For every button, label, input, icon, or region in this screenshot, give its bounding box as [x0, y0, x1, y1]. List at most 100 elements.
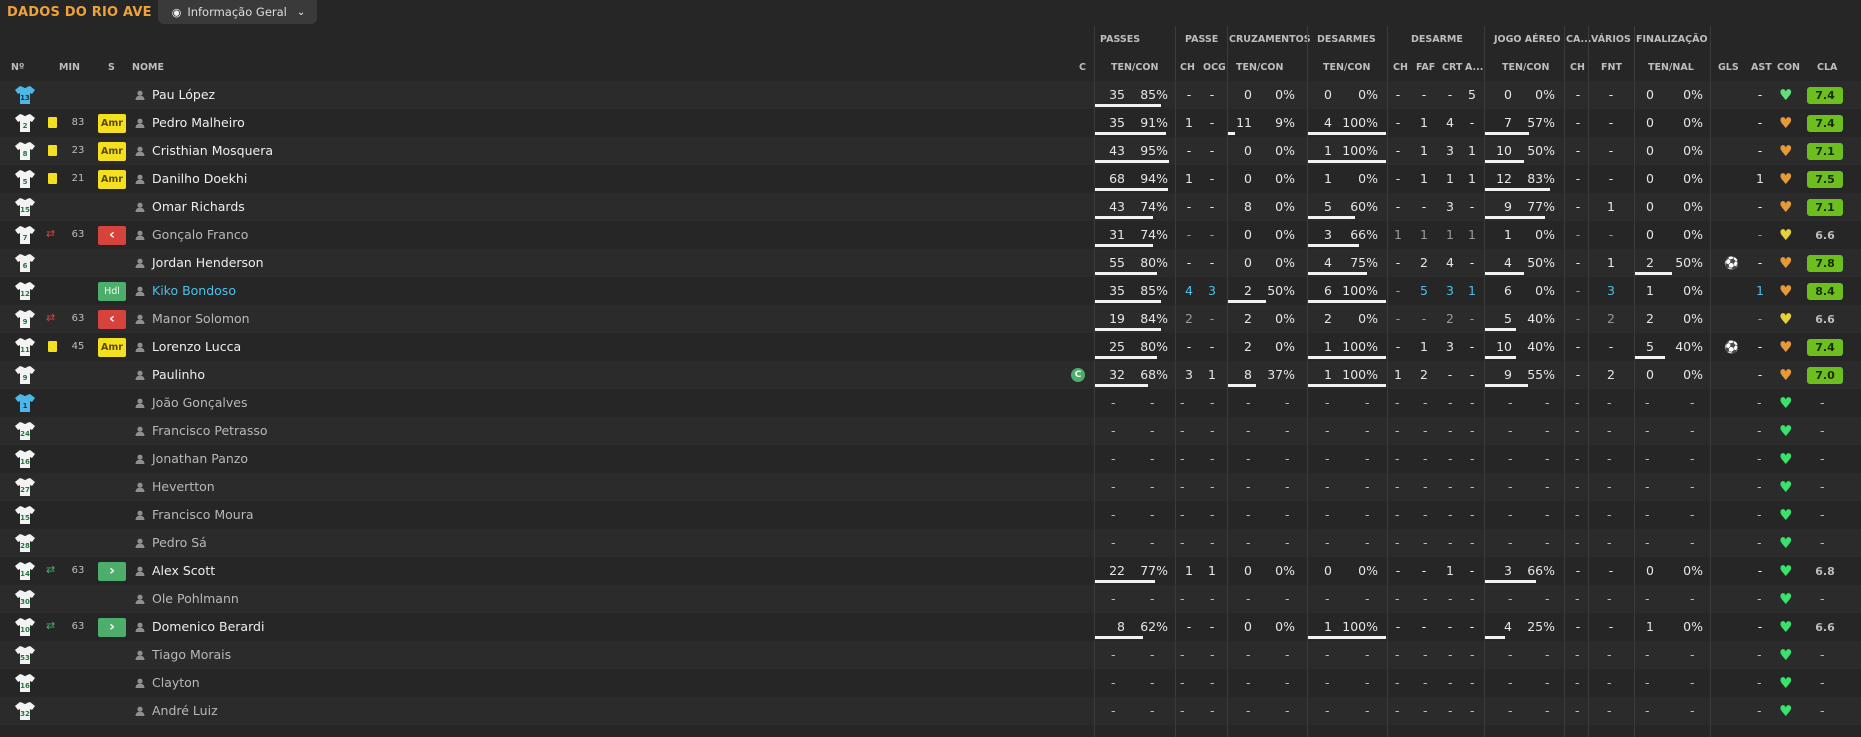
- table-row[interactable]: 28 Pedro Sá - - - - - - - - - - - - - - - - - - - - ♥: [0, 529, 1861, 557]
- table-row[interactable]: 1 João Gonçalves - - - - - - - - - - - - - - - - - - - - ♥: [0, 389, 1861, 417]
- empty-stat: -: [1545, 479, 1550, 494]
- chances-created: -: [1209, 619, 1215, 634]
- shots-on-target-pct: 40%: [1675, 339, 1703, 354]
- col-header-fnt[interactable]: FNT: [1601, 62, 1622, 73]
- empty-stat: -: [1180, 507, 1185, 522]
- player-name-link[interactable]: Pau López: [152, 81, 215, 109]
- table-row[interactable]: 2 83 Amr Pedro Malheiro 35 91% 1-11 9% 4 100% -1 4-…: [0, 109, 1861, 137]
- table-row[interactable]: 9 Paulinho C 32 68% 3 1 8 37% 1 100% 1 2- -9 55% -2 0 0% -…: [0, 361, 1861, 389]
- player-name-link[interactable]: Gonçalo Franco: [152, 221, 248, 249]
- table-row[interactable]: 24 Francisco Petrasso - - - - - - - - - - - - - - - - - - - -…: [0, 417, 1861, 445]
- player-name-link[interactable]: João Gonçalves: [152, 389, 247, 417]
- player-name-link[interactable]: Manor Solomon: [152, 305, 250, 333]
- empty-stat: -: [1150, 703, 1155, 718]
- col-header-aer-ten-con[interactable]: TEN/CON: [1502, 62, 1549, 73]
- table-row[interactable]: 15 Francisco Moura - - - - - - - - - - - - - - - - - - - - ♥: [0, 501, 1861, 529]
- player-name-link[interactable]: Pedro Malheiro: [152, 109, 245, 137]
- col-header-c[interactable]: C: [1079, 62, 1086, 73]
- col-header-num[interactable]: Nº: [11, 62, 24, 73]
- table-row[interactable]: 6 Jordan Henderson 55 80% - -0 0% 4 75% -2 4-4 50% -…: [0, 249, 1861, 277]
- col-header-ast[interactable]: AST: [1751, 62, 1772, 73]
- player-name-link[interactable]: Jordan Henderson: [152, 249, 264, 277]
- table-row[interactable]: 13 Pau López 35 85% - -0 0% 0 0% - - -5 0 0% - -0 0% - ♥ 7.…: [0, 81, 1861, 109]
- empty-stat: -: [1575, 535, 1580, 550]
- empty-stat: -: [1325, 675, 1330, 690]
- table-row[interactable]: 8 23 Amr Cristhian Mosquera 43 95% - -0 0% 1 100% -…: [0, 137, 1861, 165]
- col-header-crt[interactable]: CRT: [1442, 62, 1462, 73]
- shots-on-target-pct: 0%: [1683, 311, 1703, 326]
- col-header-ten-nal[interactable]: TEN/NAL: [1648, 62, 1694, 73]
- empty-stat: -: [1395, 535, 1400, 550]
- empty-stat: -: [1757, 535, 1762, 550]
- col-header-ca-ch[interactable]: CH: [1570, 62, 1585, 73]
- player-name-link[interactable]: Jonathan Panzo: [152, 445, 248, 473]
- empty-stat: -: [1246, 591, 1251, 606]
- col-header-desarme-ch[interactable]: CH: [1393, 62, 1408, 73]
- table-row[interactable]: 30 Ole Pohlmann - - - - - - - - - - - - - - - - - - - - ♥: [0, 585, 1861, 613]
- empty-stat: -: [1246, 675, 1251, 690]
- col-header-nome[interactable]: NOME: [132, 62, 164, 73]
- player-name-link[interactable]: Danilho Doekhi: [152, 165, 247, 193]
- view-dropdown[interactable]: ◉ Informação Geral ⌄: [157, 0, 318, 24]
- key-passes: -: [1186, 227, 1192, 242]
- blocks-a: -: [1469, 619, 1475, 634]
- col-header-passe-ch[interactable]: CH: [1180, 62, 1195, 73]
- tackle-key: -: [1395, 87, 1401, 102]
- match-rating: 7.4: [1807, 87, 1843, 104]
- empty-stat: -: [1423, 507, 1428, 522]
- table-row[interactable]: 16 Clayton - - - - - - - - - - - - - - - - - - - - ♥: [0, 669, 1861, 697]
- tackle-key: 1: [1394, 227, 1402, 242]
- subbed-off-icon: ‹: [98, 310, 126, 329]
- shirt-number: 5: [22, 178, 28, 186]
- player-name-link[interactable]: Tiago Morais: [152, 641, 231, 669]
- player-name-link[interactable]: Hevertton: [152, 473, 215, 501]
- assists: 1: [1756, 171, 1764, 186]
- col-header-faf[interactable]: FAF: [1416, 62, 1435, 73]
- table-row[interactable]: 53 Tiago Morais - - - - - - - - - - - - - - - - - - - - ♥: [0, 641, 1861, 669]
- crosses-attempted: 0: [1244, 619, 1252, 634]
- player-name-link[interactable]: Lorenzo Lucca: [152, 333, 241, 361]
- player-name-link[interactable]: Paulinho: [152, 361, 205, 389]
- player-name-link[interactable]: Francisco Moura: [152, 501, 254, 529]
- table-row[interactable]: 27 Hevertton - - - - - - - - - - - - - - - - - - - - ♥: [0, 473, 1861, 501]
- empty-stat: -: [1395, 395, 1400, 410]
- col-header-des-ten-con[interactable]: TEN/CON: [1323, 62, 1370, 73]
- assists: -: [1757, 143, 1763, 158]
- empty-stat: -: [1508, 703, 1513, 718]
- player-name-link[interactable]: Kiko Bondoso: [152, 277, 236, 305]
- player-name-link[interactable]: Domenico Berardi: [152, 613, 264, 641]
- table-row[interactable]: 16 Jonathan Panzo - - - - - - - - - - - - - - - - - - - - ♥: [0, 445, 1861, 473]
- match-rating: 8.4: [1807, 283, 1843, 300]
- empty-stat: -: [1365, 451, 1370, 466]
- col-header-con[interactable]: CON: [1777, 62, 1800, 73]
- table-row[interactable]: 5 21 Amr Danilho Doekhi 68 94% 1-0 0% 1 0% -1 1 1 12 8…: [0, 165, 1861, 193]
- col-header-a[interactable]: A...: [1465, 62, 1483, 73]
- player-name-link[interactable]: André Luiz: [152, 697, 218, 725]
- table-row[interactable]: 11 45 Amr Lorenzo Lucca 25 80% - -2 0% 1 100% -1 3-1…: [0, 333, 1861, 361]
- col-header-s[interactable]: S: [108, 62, 115, 73]
- person-icon: [135, 258, 145, 268]
- table-row[interactable]: 7 ⇄ 63 ‹ Gonçalo Franco 31 74% - -0 0% 3 66% 1 1 1 1 1 0%…: [0, 221, 1861, 249]
- player-name-link[interactable]: Omar Richards: [152, 193, 245, 221]
- player-name-link[interactable]: Clayton: [152, 669, 200, 697]
- player-name-link[interactable]: Alex Scott: [152, 557, 215, 585]
- table-row[interactable]: 32 André Luiz - - - - - - - - - - - - - - - - - - - - ♥: [0, 697, 1861, 725]
- player-name-link[interactable]: Pedro Sá: [152, 529, 207, 557]
- shirt-number: 12: [20, 290, 30, 298]
- table-row[interactable]: 12 Hdl Kiko Bondoso 35 85% 4 3 2 50% 6 100% -5 3 1 6 0%…: [0, 277, 1861, 305]
- col-header-cruz-ten-con[interactable]: TEN/CON: [1236, 62, 1283, 73]
- col-header-gls[interactable]: GLS: [1718, 62, 1739, 73]
- player-name-link[interactable]: Francisco Petrasso: [152, 417, 268, 445]
- table-row[interactable]: 9 ⇄ 63 ‹ Manor Solomon 19 84% 2-2 0% 2 0% - -2-5 40% -…: [0, 305, 1861, 333]
- col-header-cla[interactable]: CLA: [1817, 62, 1837, 73]
- table-row[interactable]: 10 ⇄ 63 › Domenico Berardi 8 62% - -0 0% 1 100% - - - -…: [0, 613, 1861, 641]
- col-header-ocg[interactable]: OCG: [1203, 62, 1226, 73]
- empty-stat: -: [1448, 395, 1453, 410]
- table-row[interactable]: 14 ⇄ 63 › Alex Scott 22 77% 1 1 0 0% 0 0% - -1-3 66% - -0…: [0, 557, 1861, 585]
- col-header-passes-ten-con[interactable]: TEN/CON: [1111, 62, 1158, 73]
- empty-stat: -: [1690, 451, 1695, 466]
- player-name-link[interactable]: Cristhian Mosquera: [152, 137, 273, 165]
- table-row[interactable]: 15 Omar Richards 43 74% - -8 0% 5 60% - -3-9 77% -1 0…: [0, 193, 1861, 221]
- player-name-link[interactable]: Ole Pohlmann: [152, 585, 239, 613]
- col-header-min[interactable]: MIN: [59, 62, 80, 73]
